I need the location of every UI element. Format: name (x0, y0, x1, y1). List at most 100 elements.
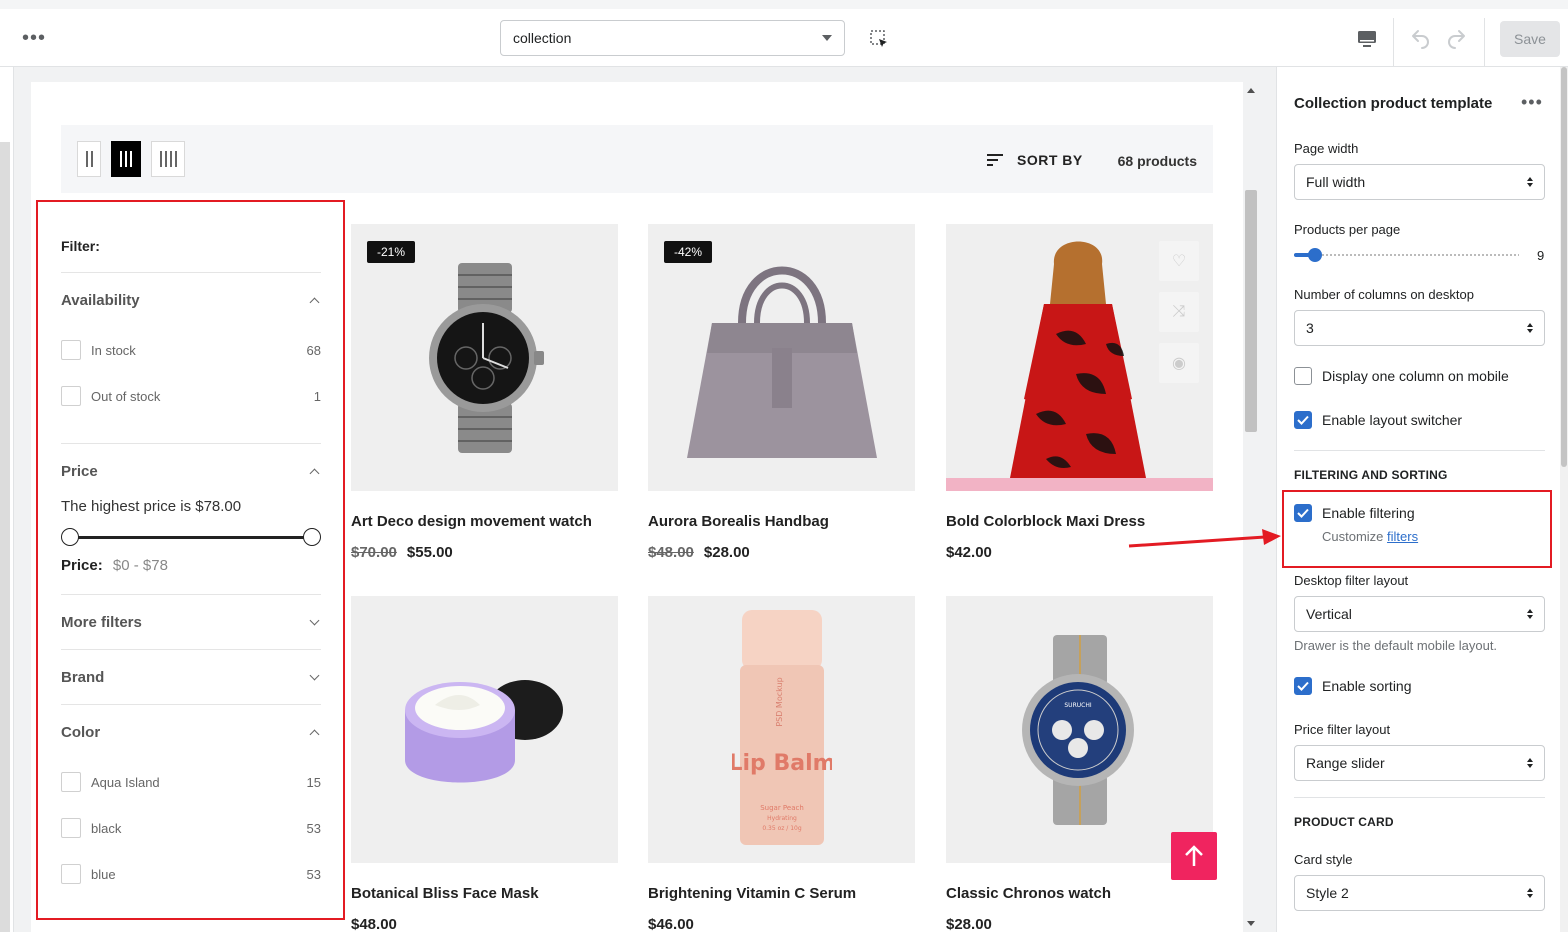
redo-icon[interactable] (1445, 26, 1469, 55)
sort-by-button[interactable]: SORT BY (987, 152, 1083, 168)
products-per-page-slider[interactable] (1294, 248, 1519, 262)
product-image[interactable]: PSD Mockup Lip Balm Sugar Peach Hydratin… (648, 596, 915, 863)
filtering-sorting-heading: FILTERING AND SORTING (1294, 468, 1448, 482)
save-button[interactable]: Save (1500, 21, 1560, 57)
compare-at-price: $48.00 (648, 544, 694, 561)
slider-handle[interactable] (1308, 248, 1322, 262)
lip-balm-sub2: Hydrating (767, 815, 797, 822)
quick-view-eye-icon[interactable]: ◉ (1159, 343, 1199, 383)
back-to-top-button[interactable] (1171, 832, 1217, 880)
product-price: $46.00 (648, 916, 915, 932)
sort-by-label: SORT BY (1017, 152, 1083, 168)
product-card[interactable]: -21% Art Deco design movement watch $70.… (351, 224, 618, 561)
watch-brand-text: SURUCHI (1064, 702, 1091, 709)
scroll-down-arrow-icon[interactable] (1247, 921, 1255, 926)
layout-switcher-checkbox[interactable] (1294, 411, 1312, 429)
one-column-mobile-option[interactable]: Display one column on mobile (1294, 367, 1509, 385)
product-image[interactable]: -21% (351, 224, 618, 491)
product-title[interactable]: Botanical Bliss Face Mask (351, 885, 618, 902)
product-image[interactable]: SURUCHI (946, 596, 1213, 863)
regular-price: $48.00 (351, 916, 397, 932)
enable-sorting-label: Enable sorting (1322, 678, 1412, 694)
product-title[interactable]: Classic Chronos watch (946, 885, 1213, 902)
product-card[interactable]: ♡ ⤨ ◉ Bold Colorblock Maxi Dress $42.00 (946, 224, 1213, 561)
chronograph-watch-image: SURUCHI (1021, 634, 1134, 825)
layout-switcher-label: Enable layout switcher (1322, 412, 1463, 428)
inspect-select-icon[interactable] (869, 29, 889, 54)
one-column-mobile-checkbox[interactable] (1294, 367, 1312, 385)
divider (1294, 450, 1545, 451)
columns-select[interactable]: 3 (1294, 310, 1545, 346)
divider (1294, 797, 1545, 798)
annotation-highlight-filters (36, 200, 345, 920)
checkmark-icon (1297, 415, 1309, 425)
mockup-label: PSD Mockup (775, 677, 784, 726)
price-filter-layout-value: Range slider (1306, 755, 1385, 771)
product-title[interactable]: Art Deco design movement watch (351, 513, 618, 530)
select-arrows-icon (1527, 177, 1533, 187)
scrollbar-thumb[interactable] (1245, 190, 1257, 432)
lip-balm-weight: 0.35 oz / 10g (762, 825, 802, 832)
wishlist-heart-icon[interactable]: ♡ (1159, 241, 1199, 281)
page-width-select[interactable]: Full width (1294, 164, 1545, 200)
regular-price: $28.00 (946, 916, 992, 932)
divider (1393, 18, 1394, 68)
enable-sorting-checkbox[interactable] (1294, 677, 1312, 695)
lip-balm-sub: Sugar Peach (760, 804, 804, 812)
product-price: $48.00 $28.00 (648, 544, 915, 561)
enable-sorting-option[interactable]: Enable sorting (1294, 677, 1412, 695)
product-card[interactable]: -42% Aurora Borealis Handbag $48.00 $28.0… (648, 224, 915, 561)
regular-price: $46.00 (648, 916, 694, 932)
handbag-image (686, 266, 877, 458)
desktop-preview-icon[interactable] (1357, 29, 1377, 54)
template-select[interactable]: collection (500, 20, 845, 56)
product-image[interactable]: ♡ ⤨ ◉ (946, 224, 1213, 491)
product-image[interactable] (351, 596, 618, 863)
left-scrollbar[interactable] (0, 142, 10, 932)
panel-scrollbar-thumb[interactable] (1561, 67, 1567, 467)
lip-balm-title: Lip Balm (732, 751, 832, 776)
card-style-value: Style 2 (1306, 885, 1349, 901)
sale-price: $28.00 (703, 544, 750, 561)
select-arrows-icon (1527, 609, 1533, 619)
scroll-up-arrow-icon[interactable] (1247, 88, 1255, 93)
select-arrows-icon (1527, 888, 1533, 898)
product-price: $28.00 (946, 916, 1213, 932)
layout-4-columns-button[interactable] (151, 141, 185, 177)
slider-track (1294, 254, 1519, 256)
editor-topbar: ••• collection Save (0, 0, 1568, 68)
face-cream-jar-image (404, 679, 563, 782)
drawer-help-text: Drawer is the default mobile layout. (1294, 638, 1498, 653)
product-price: $48.00 (351, 916, 618, 932)
products-per-page-label: Products per page (1294, 222, 1401, 237)
product-count: 68 products (1117, 153, 1197, 169)
caret-down-icon (822, 35, 832, 41)
panel-more-button[interactable]: ••• (1521, 93, 1543, 111)
compare-shuffle-icon[interactable]: ⤨ (1159, 292, 1199, 332)
sale-price: $55.00 (406, 544, 453, 561)
panel-scrollbar[interactable] (1560, 67, 1568, 932)
select-arrows-icon (1527, 758, 1533, 768)
product-card[interactable]: SURUCHI Classic Chronos watch $28.00 (946, 596, 1213, 932)
one-column-mobile-label: Display one column on mobile (1322, 368, 1509, 384)
price-filter-layout-select[interactable]: Range slider (1294, 745, 1545, 781)
undo-icon[interactable] (1408, 26, 1432, 55)
card-style-select[interactable]: Style 2 (1294, 875, 1545, 911)
preview-scrollbar[interactable] (1243, 82, 1259, 932)
product-card[interactable]: PSD Mockup Lip Balm Sugar Peach Hydratin… (648, 596, 915, 932)
product-price: $70.00 $55.00 (351, 544, 618, 561)
product-card[interactable]: Botanical Bliss Face Mask $48.00 (351, 596, 618, 932)
annotation-arrow-icon (1128, 529, 1281, 548)
columns-label: Number of columns on desktop (1294, 287, 1474, 302)
product-image[interactable]: -42% (648, 224, 915, 491)
layout-2-columns-button[interactable] (77, 141, 101, 177)
layout-3-columns-button[interactable] (111, 141, 141, 177)
product-title[interactable]: Aurora Borealis Handbag (648, 513, 915, 530)
product-title[interactable]: Brightening Vitamin C Serum (648, 885, 915, 902)
product-card-heading: PRODUCT CARD (1294, 815, 1394, 829)
layout-switcher-option[interactable]: Enable layout switcher (1294, 411, 1462, 429)
card-style-label: Card style (1294, 852, 1353, 867)
desktop-filter-layout-select[interactable]: Vertical (1294, 596, 1545, 632)
more-menu-button[interactable]: ••• (22, 28, 46, 48)
left-sidebar-collapsed (0, 67, 14, 932)
